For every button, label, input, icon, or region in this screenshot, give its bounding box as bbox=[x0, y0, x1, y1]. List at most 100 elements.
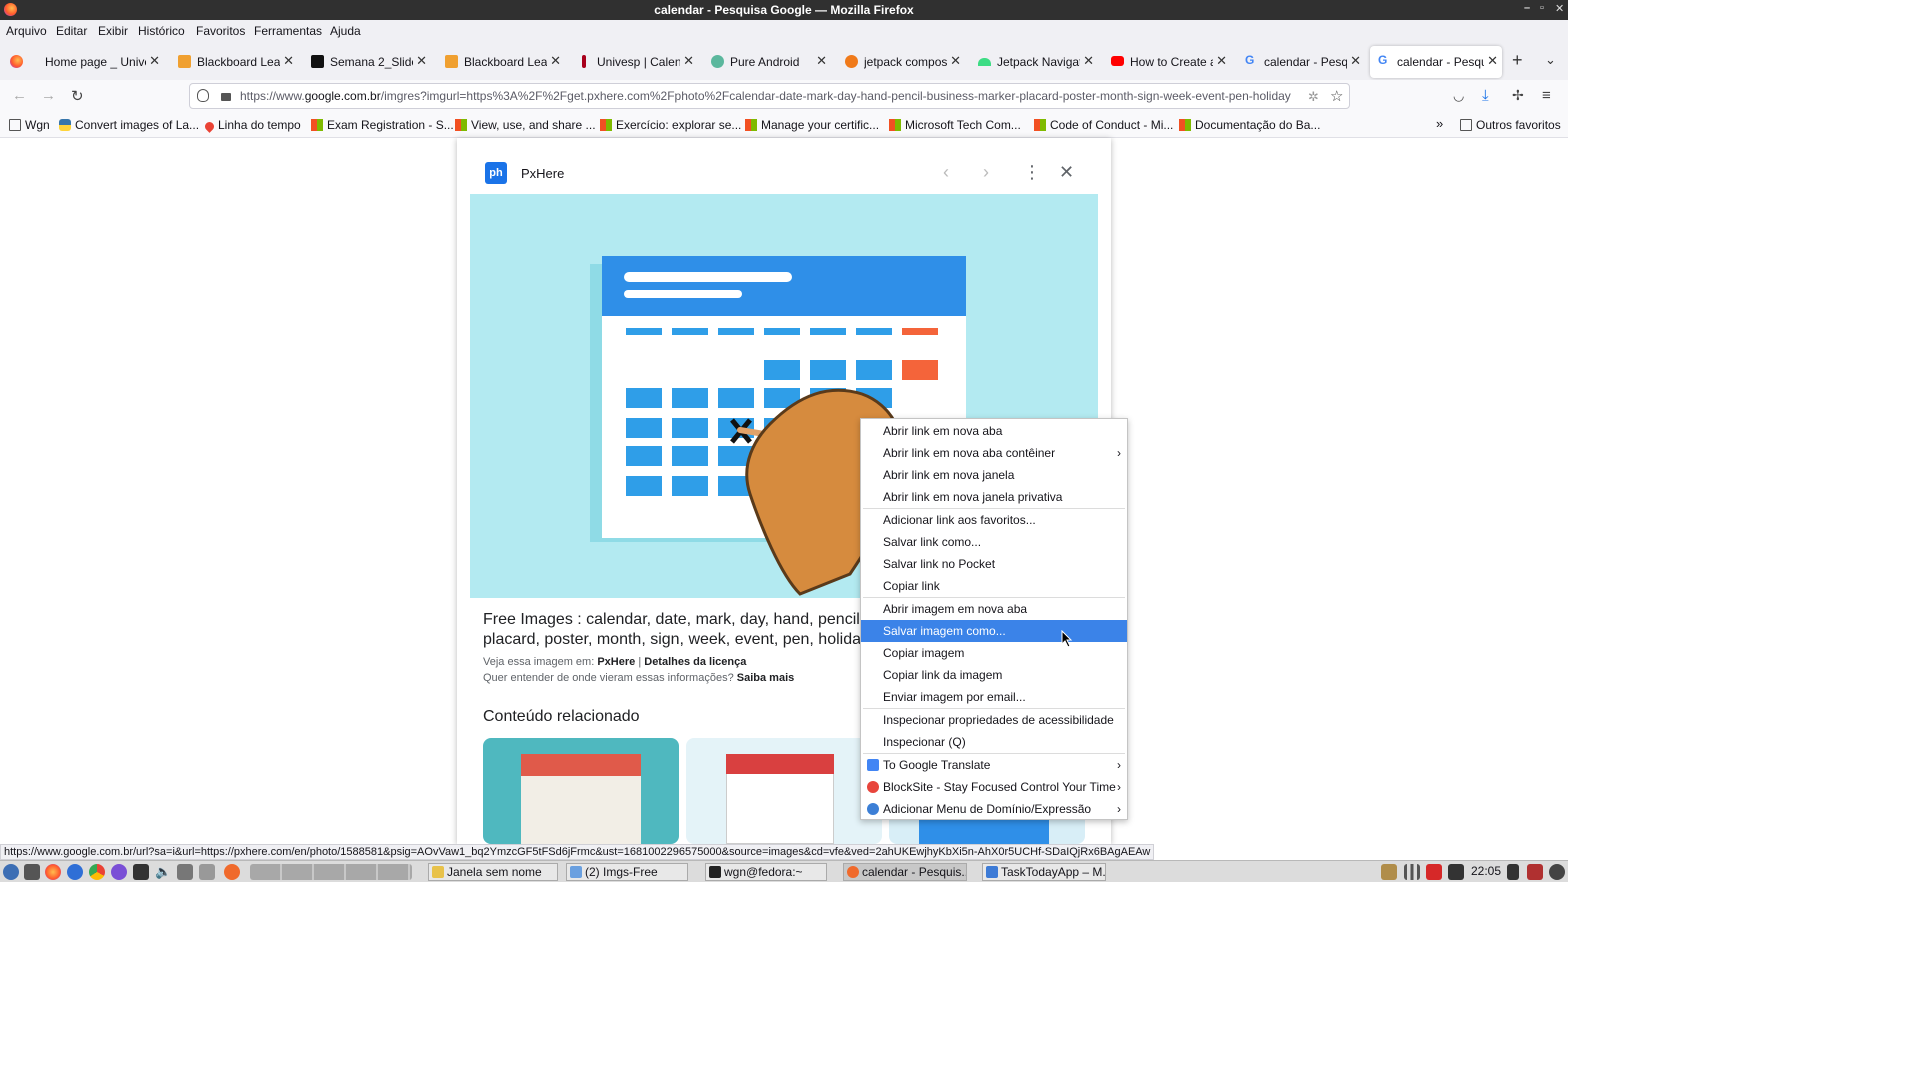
close-tab-icon[interactable]: ✕ bbox=[683, 53, 694, 69]
ctx-open-link-new-window[interactable]: Abrir link em nova janela bbox=[861, 464, 1127, 486]
tab-11-active[interactable]: Gcalendar - Pesqu ✕ bbox=[1370, 46, 1502, 78]
tab-3[interactable]: Semana 2_Slides✕ bbox=[303, 46, 431, 78]
close-tab-icon[interactable]: ✕ bbox=[1487, 53, 1498, 69]
menu-icon[interactable]: ≡ bbox=[1542, 87, 1551, 104]
ctx-blocksite[interactable]: BlockSite - Stay Focused Control Your Ti… bbox=[861, 776, 1127, 798]
tab-7[interactable]: jetpack compose ✕ bbox=[837, 46, 965, 78]
menu-historico[interactable]: Histórico bbox=[138, 24, 185, 38]
taskbar-window-2[interactable]: (2) Imgs-Free bbox=[566, 863, 688, 881]
source-link[interactable]: PxHere bbox=[597, 656, 635, 668]
previous-icon[interactable]: ‹ bbox=[943, 162, 949, 183]
tab-1[interactable]: Home page _ Unives ✕ bbox=[36, 46, 164, 78]
close-tab-icon[interactable]: ✕ bbox=[950, 53, 961, 69]
lock-screen-icon[interactable] bbox=[1507, 864, 1519, 880]
taskbar-window-5[interactable]: TaskTodayApp – M... bbox=[982, 863, 1106, 881]
extensions-icon[interactable]: ✢ bbox=[1512, 87, 1524, 104]
bookmark-folder-outros[interactable]: Outros favoritos bbox=[1460, 118, 1561, 132]
next-icon[interactable]: › bbox=[983, 162, 989, 183]
license-link[interactable]: Detalhes da licença bbox=[644, 656, 746, 668]
workspace-pager[interactable] bbox=[250, 864, 412, 880]
ctx-save-link-as[interactable]: Salvar link como... bbox=[861, 531, 1127, 553]
ctx-open-link-container-tab[interactable]: Abrir link em nova aba contêiner › bbox=[861, 442, 1127, 464]
more-options-icon[interactable]: ⋮ bbox=[1023, 162, 1041, 183]
ctx-inspect-accessibility[interactable]: Inspecionar propriedades de acessibilida… bbox=[861, 709, 1127, 731]
close-tab-icon[interactable]: ✕ bbox=[416, 53, 427, 69]
related-thumb-1[interactable] bbox=[483, 738, 679, 844]
close-tab-icon[interactable]: ✕ bbox=[1350, 53, 1361, 69]
more-bookmarks-icon[interactable]: » bbox=[1436, 116, 1443, 131]
logout-icon[interactable] bbox=[1527, 864, 1543, 880]
close-panel-icon[interactable]: ✕ bbox=[1059, 162, 1074, 183]
menu-ferramentas[interactable]: Ferramentas bbox=[254, 24, 322, 38]
bookmark-star-icon[interactable]: ☆ bbox=[1330, 87, 1343, 105]
bookmark-code-of-conduct[interactable]: Code of Conduct - Mi... bbox=[1034, 118, 1173, 132]
lock-icon[interactable] bbox=[221, 93, 231, 101]
mail-icon[interactable] bbox=[1448, 864, 1464, 880]
close-tab-icon[interactable]: ✕ bbox=[1216, 53, 1227, 69]
pocket-icon[interactable]: ◡ bbox=[1453, 88, 1464, 104]
menu-ajuda[interactable]: Ajuda bbox=[330, 24, 361, 38]
power-icon[interactable] bbox=[1549, 864, 1565, 880]
firefox-view-icon[interactable] bbox=[10, 55, 23, 68]
firefox-running-icon[interactable] bbox=[224, 864, 240, 880]
downloads-icon[interactable]: ⤓ bbox=[1482, 87, 1489, 104]
new-tab-icon[interactable]: + bbox=[1512, 50, 1523, 71]
forward-icon[interactable]: → bbox=[41, 87, 56, 104]
volume-icon[interactable]: 🔈 bbox=[155, 864, 171, 880]
bookmark-manage-certific[interactable]: Manage your certific... bbox=[745, 118, 879, 132]
learn-more-link[interactable]: Saiba mais bbox=[737, 672, 794, 684]
taskbar-window-3[interactable]: wgn@fedora:~ bbox=[705, 863, 827, 881]
ctx-open-link-private-window[interactable]: Abrir link em nova janela privativa bbox=[861, 486, 1127, 508]
ctx-open-image-new-tab[interactable]: Abrir imagem em nova aba bbox=[861, 598, 1127, 620]
bookmark-folder-wgn[interactable]: Wgn bbox=[9, 118, 50, 132]
bookmark-documentacao[interactable]: Documentação do Ba... bbox=[1179, 118, 1320, 132]
image-caption-line-1[interactable]: Free Images : calendar, date, mark, day,… bbox=[483, 610, 863, 630]
url-bar[interactable]: https://www.google.com.br/imgres?imgurl=… bbox=[189, 83, 1350, 109]
tab-9[interactable]: How to Create a ✕ bbox=[1103, 46, 1231, 78]
tab-8[interactable]: Jetpack Navigatio✕ bbox=[970, 46, 1098, 78]
bookmark-linha-do-tempo[interactable]: Linha do tempo bbox=[203, 118, 301, 133]
ctx-copy-image[interactable]: Copiar imagem bbox=[861, 642, 1127, 664]
firefox-launcher-icon[interactable] bbox=[45, 864, 61, 880]
ctx-save-link-pocket[interactable]: Salvar link no Pocket bbox=[861, 553, 1127, 575]
bookmark-microsoft-tech[interactable]: Microsoft Tech Com... bbox=[889, 118, 1021, 132]
fedora-menu-icon[interactable] bbox=[3, 864, 19, 880]
pxhere-logo[interactable]: ph bbox=[485, 162, 507, 184]
bookmark-convert-images[interactable]: Convert images of La... bbox=[59, 118, 199, 132]
image-caption-line-2[interactable]: placard, poster, month, sign, week, even… bbox=[483, 630, 863, 650]
ctx-google-translate[interactable]: To Google Translate › bbox=[861, 754, 1127, 776]
tab-5[interactable]: Univesp | Calend ✕ bbox=[570, 46, 698, 78]
taskbar-window-1[interactable]: Janela sem nome bbox=[428, 863, 558, 881]
source-name[interactable]: PxHere bbox=[521, 166, 564, 181]
tab-2[interactable]: Blackboard Learn✕ bbox=[170, 46, 298, 78]
related-thumb-2[interactable] bbox=[686, 738, 882, 844]
shield-icon[interactable] bbox=[197, 89, 209, 102]
extension-icon[interactable]: ✲ bbox=[1308, 89, 1319, 105]
back-icon[interactable]: ← bbox=[12, 87, 27, 104]
close-tab-icon[interactable]: ✕ bbox=[283, 53, 294, 69]
menu-editar[interactable]: Editar bbox=[56, 24, 87, 38]
clipboard-icon[interactable] bbox=[1381, 864, 1397, 880]
ctx-open-link-new-tab[interactable]: Abrir link em nova aba bbox=[861, 420, 1127, 442]
tab-6[interactable]: Pure Android ✕ bbox=[703, 46, 831, 78]
tab-4[interactable]: Blackboard Learn✕ bbox=[437, 46, 565, 78]
tab-10[interactable]: Gcalendar - Pesqu ✕ bbox=[1237, 46, 1365, 78]
ctx-bookmark-link[interactable]: Adicionar link aos favoritos... bbox=[861, 509, 1127, 531]
maximize-icon[interactable]: ▫ bbox=[1540, 2, 1544, 14]
network-icon[interactable] bbox=[1404, 864, 1420, 880]
ctx-copy-image-link[interactable]: Copiar link da imagem bbox=[861, 664, 1127, 686]
close-tab-icon[interactable]: ✕ bbox=[1083, 53, 1094, 69]
bookmark-exam-registration[interactable]: Exam Registration - S... bbox=[311, 118, 454, 132]
ctx-copy-link[interactable]: Copiar link bbox=[861, 575, 1127, 597]
bookmark-exercicio[interactable]: Exercício: explorar se... bbox=[600, 118, 741, 132]
ctx-inspect[interactable]: Inspecionar (Q) bbox=[861, 731, 1127, 753]
file-manager-icon[interactable] bbox=[24, 864, 40, 880]
ctx-save-image-as[interactable]: Salvar imagem como... bbox=[861, 620, 1127, 642]
browser-launcher-icon[interactable] bbox=[67, 864, 83, 880]
ctx-email-image[interactable]: Enviar imagem por email... bbox=[861, 686, 1127, 708]
terminal-launcher-icon[interactable] bbox=[133, 864, 149, 880]
minimize-icon[interactable]: – bbox=[1524, 2, 1530, 14]
close-tab-icon[interactable]: ✕ bbox=[149, 53, 160, 69]
taskbar-window-4-active[interactable]: calendar - Pesquis... bbox=[843, 863, 967, 881]
close-tab-icon[interactable]: ✕ bbox=[550, 53, 561, 69]
